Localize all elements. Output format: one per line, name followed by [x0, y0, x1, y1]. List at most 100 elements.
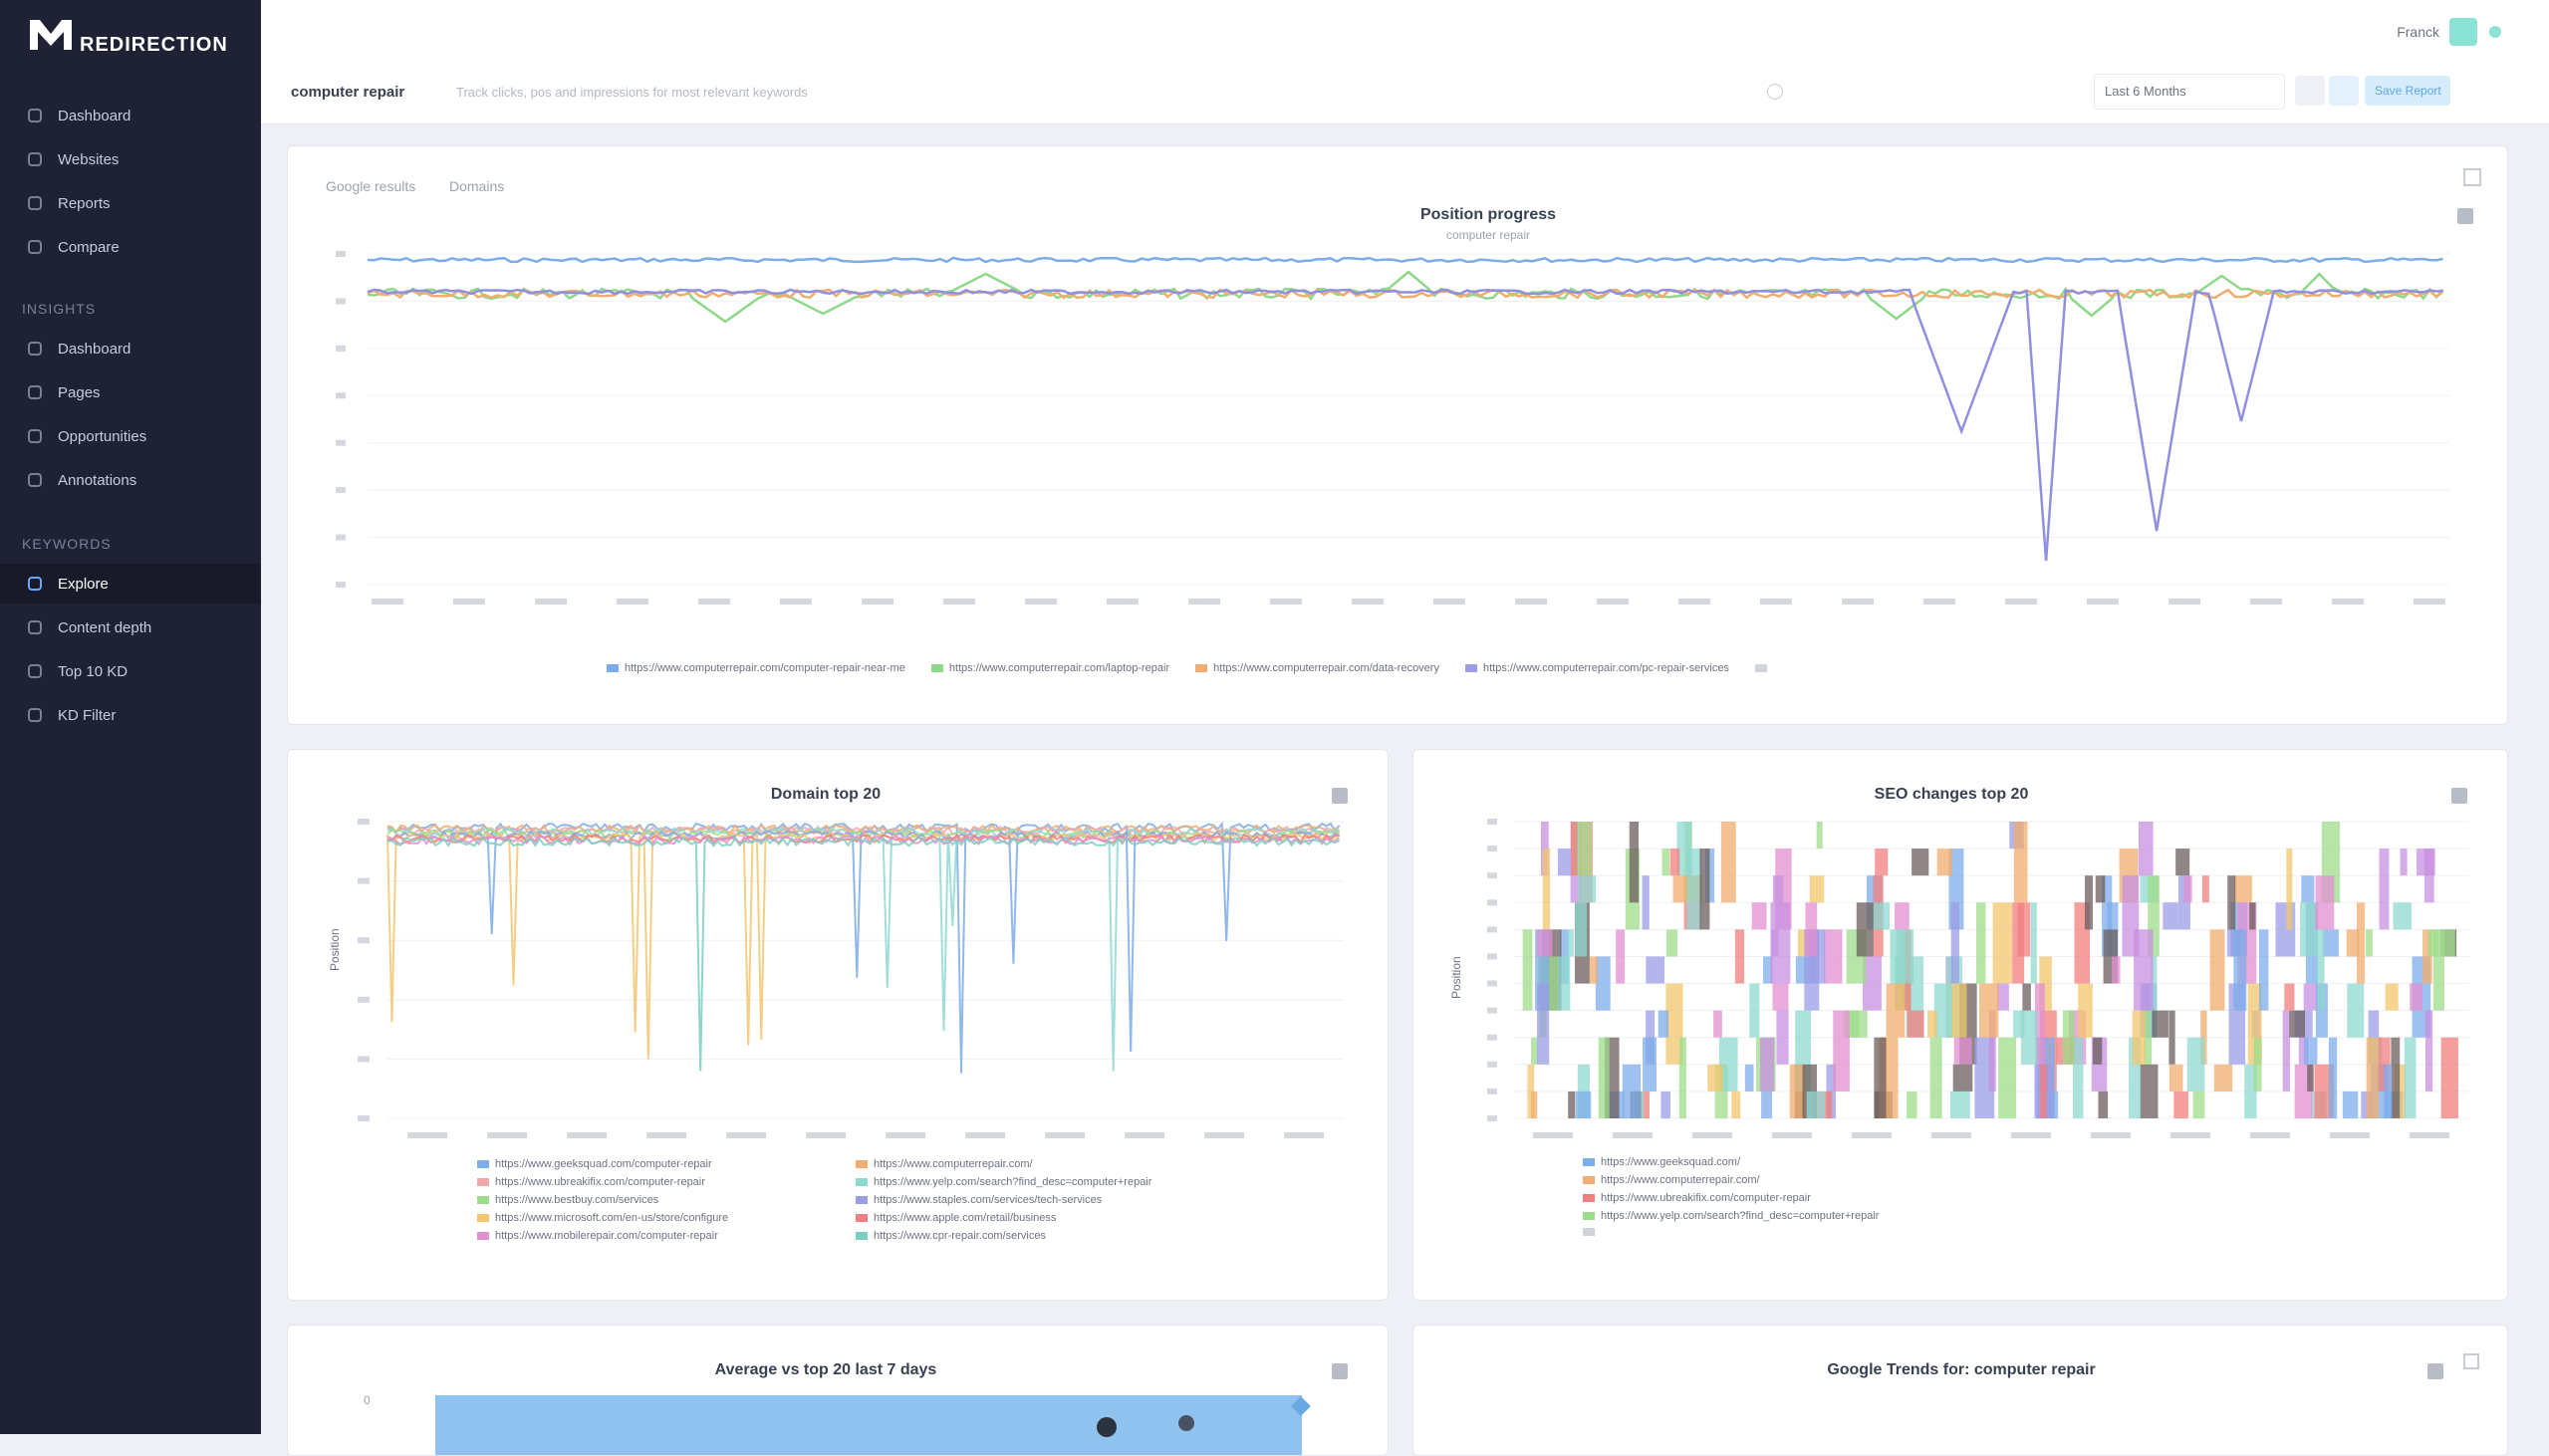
legend-item[interactable]: https://www.ubreakifix.com/computer-repa…	[1583, 1192, 1811, 1204]
tab-google-results[interactable]: Google results	[326, 178, 415, 194]
change-bar	[1686, 849, 1702, 930]
legend-item[interactable]: https://www.yelp.com/search?find_desc=co…	[1583, 1210, 1879, 1222]
change-bar	[1531, 1091, 1538, 1118]
x-tick-label	[1923, 599, 1955, 605]
sidebar-item-compare[interactable]: Compare	[0, 227, 261, 267]
chart-menu-icon[interactable]	[1332, 1363, 1348, 1379]
position-chart	[336, 251, 2449, 605]
legend-item[interactable]: https://www.geeksquad.com/	[1583, 1156, 1740, 1168]
user-name[interactable]: Franck	[2397, 24, 2439, 40]
save-report-button[interactable]: Save Report	[2365, 76, 2450, 106]
change-bar	[1731, 1091, 1741, 1118]
sidebar: REDIRECTION INSIGHTS KEYWORDS Dashboard Web…	[0, 0, 261, 1434]
sidebar-section-label: INSIGHTS	[22, 301, 97, 317]
change-bar	[2098, 1091, 2109, 1118]
change-bar	[2286, 849, 2293, 930]
x-tick-label	[1597, 599, 1629, 605]
legend-swatch	[1583, 1194, 1595, 1202]
x-tick-label	[806, 1132, 846, 1138]
change-bar	[1629, 822, 1640, 903]
change-bar	[2366, 1037, 2379, 1118]
y-tick-label	[1487, 926, 1497, 933]
legend-item[interactable]: https://www.computerrepair.com/	[1583, 1174, 1760, 1186]
legend-item[interactable]: https://www.microsoft.com/en-us/store/co…	[477, 1212, 728, 1224]
change-bar	[1531, 1037, 1538, 1065]
change-bar	[1557, 956, 1571, 1011]
legend-label: https://www.geeksquad.com/	[1601, 1156, 1741, 1168]
sidebar-item-label: Pages	[58, 383, 101, 401]
legend-item[interactable]: https://www.geeksquad.com/computer-repai…	[477, 1158, 712, 1170]
legend-item[interactable]: https://www.computerrepair.com/computer-…	[607, 662, 905, 674]
sidebar-item-dashboard[interactable]: Dashboard	[0, 96, 261, 135]
sidebar-item-pages[interactable]: Pages	[0, 372, 261, 412]
notification-button[interactable]	[2449, 18, 2477, 46]
change-bar	[2328, 1037, 2338, 1118]
change-bar	[1661, 849, 1670, 876]
legend-item[interactable]: https://www.cpr-repair.com/services	[856, 1230, 1046, 1242]
legend-item[interactable]: https://www.apple.com/retail/business	[856, 1212, 1056, 1224]
change-bar	[1992, 902, 2012, 984]
chart-menu-icon[interactable]	[2457, 208, 2473, 224]
legend-item[interactable]: https://www.bestbuy.com/services	[477, 1194, 658, 1206]
legend-item[interactable]	[1754, 664, 1773, 672]
legend-label: https://www.microsoft.com/en-us/store/co…	[495, 1212, 729, 1224]
sidebar-item-dashboard[interactable]: Dashboard	[0, 329, 261, 368]
expand-icon[interactable]	[2463, 168, 2481, 186]
settings-button[interactable]	[2329, 76, 2359, 106]
legend-item[interactable]: https://www.computerrepair.com/pc-repair…	[1464, 662, 1729, 674]
change-bar	[1976, 902, 1986, 984]
change-bar	[2301, 875, 2315, 903]
change-bar	[2385, 983, 2399, 1011]
depth-icon	[26, 618, 44, 636]
y-axis-label: Position	[1449, 956, 1463, 999]
domain-chart	[358, 819, 1344, 1138]
legend-swatch	[607, 664, 619, 672]
sidebar-item-kd-filter[interactable]: KD Filter	[0, 695, 261, 735]
change-bar	[1643, 1037, 1657, 1092]
legend-item[interactable]: https://www.ubreakifix.com/computer-repa…	[477, 1176, 705, 1188]
x-tick-label	[726, 1132, 766, 1138]
legend-item[interactable]: https://www.computerrepair.com/data-reco…	[1195, 662, 1439, 674]
change-bar	[1776, 1010, 1789, 1065]
legend-item[interactable]: https://www.mobilerepair.com/computer-re…	[477, 1230, 718, 1242]
chart-menu-icon[interactable]	[1332, 788, 1348, 804]
app-logo[interactable]: REDIRECTION	[28, 12, 227, 62]
y-axis-label: Position	[328, 928, 342, 971]
date-range-select[interactable]: Last 6 Months	[2094, 74, 2285, 110]
legend-swatch	[477, 1232, 489, 1240]
sidebar-item-label: Annotations	[58, 471, 137, 489]
project-description: Track clicks, pos and impressions for mo…	[456, 85, 808, 100]
sidebar-item-explore[interactable]: Explore	[0, 564, 261, 604]
change-bar	[1895, 902, 1910, 930]
y-tick-label	[336, 534, 346, 541]
change-bar	[1744, 1064, 1754, 1092]
x-tick-label	[372, 599, 403, 605]
change-bar	[1669, 849, 1680, 876]
change-bar	[1770, 902, 1791, 984]
chart-title: Average vs top 20 last 7 days	[714, 1361, 937, 1378]
sidebar-item-opportunities[interactable]: Opportunities	[0, 416, 261, 456]
change-bar	[2209, 929, 2225, 1011]
legend-item[interactable]	[1583, 1228, 1601, 1236]
sidebar-item-websites[interactable]: Websites	[0, 139, 261, 179]
sidebar-item-reports[interactable]: Reports	[0, 183, 261, 223]
y-tick-label	[336, 439, 346, 446]
globe-icon	[26, 150, 44, 168]
chart-menu-icon[interactable]	[2451, 788, 2467, 804]
filter-button[interactable]	[2295, 76, 2325, 106]
expand-icon[interactable]	[2463, 1353, 2479, 1369]
legend-item[interactable]: https://www.staples.com/services/tech-se…	[856, 1194, 1102, 1206]
filter-icon	[26, 706, 44, 724]
y-tick-label	[1487, 899, 1497, 906]
info-icon[interactable]	[1767, 84, 1783, 100]
legend-item[interactable]: https://www.computerrepair.com/	[856, 1158, 1033, 1170]
legend-item[interactable]: https://www.yelp.com/search?find_desc=co…	[856, 1176, 1151, 1188]
sidebar-item-label: Content depth	[58, 618, 152, 636]
domain-top20-panel: Domain top 20 Position https://www.geeks…	[287, 749, 1389, 1301]
legend-item[interactable]: https://www.computerrepair.com/laptop-re…	[930, 662, 1169, 674]
share-icon[interactable]	[2427, 1363, 2443, 1379]
sidebar-item-annotations[interactable]: Annotations	[0, 460, 261, 500]
tab-domains[interactable]: Domains	[449, 178, 504, 194]
sidebar-item-content-depth[interactable]: Content depth	[0, 607, 261, 647]
sidebar-item-top-10-kd[interactable]: Top 10 KD	[0, 651, 261, 691]
